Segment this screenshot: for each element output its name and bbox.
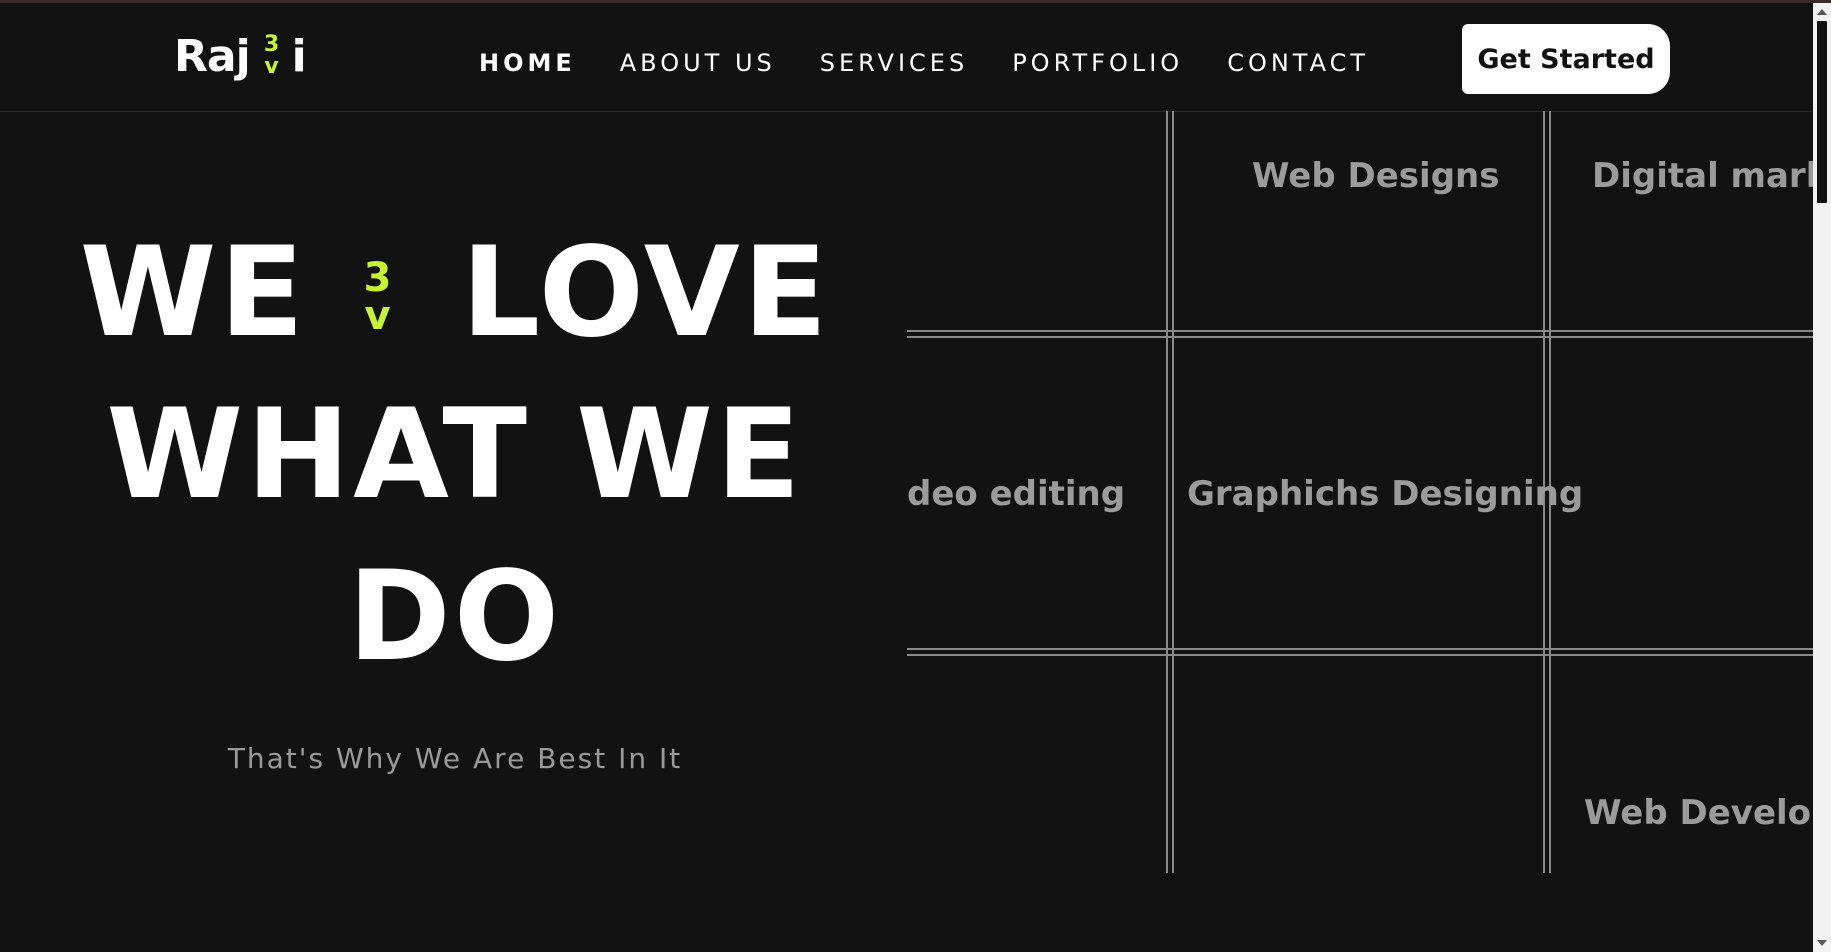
heart-3v-icon: 3 v — [351, 210, 407, 339]
services-grid: Web Designs Digital marke deo editing Gr… — [907, 111, 1813, 875]
hero-word-we: WE — [79, 221, 308, 365]
nav-home[interactable]: HOME — [479, 49, 576, 77]
hero-line-3: DO — [347, 545, 563, 689]
nav-contact[interactable]: CONTACT — [1227, 49, 1369, 77]
navbar: Raj 3 v i HOME ABOUT US SERVICES PORTFOL… — [0, 3, 1812, 112]
hero-line-2: WHAT WE — [106, 383, 804, 527]
nav-portfolio[interactable]: PORTFOLIO — [1012, 49, 1183, 77]
grid-cell-web-development[interactable]: Web Develop — [1584, 793, 1813, 833]
scroll-up-icon[interactable] — [1817, 9, 1827, 15]
hero-subtitle: That's Why We Are Best In It — [227, 742, 683, 775]
grid-cell-digital-marketing[interactable]: Digital marke — [1592, 156, 1813, 196]
hero-word-love: LOVE — [461, 221, 831, 365]
hero-heading: WE 3 v LOVE WHAT WE DO — [40, 210, 870, 698]
grid-cell-video-editing[interactable]: deo editing — [907, 474, 1125, 514]
nav-services[interactable]: SERVICES — [820, 49, 968, 77]
nav-about-us[interactable]: ABOUT US — [620, 49, 776, 77]
svg-text:v: v — [264, 54, 279, 75]
main-nav: HOME ABOUT US SERVICES PORTFOLIO CONTACT — [479, 49, 1413, 77]
grid-cell-web-designs[interactable]: Web Designs — [1252, 156, 1499, 196]
heart-3v-icon: 3 v — [254, 31, 288, 79]
brand-name-part1: Raj — [174, 31, 251, 82]
scrollbar-thumb[interactable] — [1817, 21, 1827, 203]
brand-logo[interactable]: Raj 3 v i — [174, 31, 307, 82]
page-scrollbar[interactable] — [1813, 3, 1831, 952]
grid-cell-graphics-designing[interactable]: Graphichs Designing — [1187, 474, 1583, 514]
hero-line-1: WE 3 v LOVE — [40, 210, 870, 374]
scroll-down-icon[interactable] — [1817, 940, 1827, 946]
svg-text:v: v — [365, 293, 394, 333]
get-started-button[interactable]: Get Started — [1462, 24, 1670, 94]
brand-name-part2: i — [291, 31, 307, 82]
